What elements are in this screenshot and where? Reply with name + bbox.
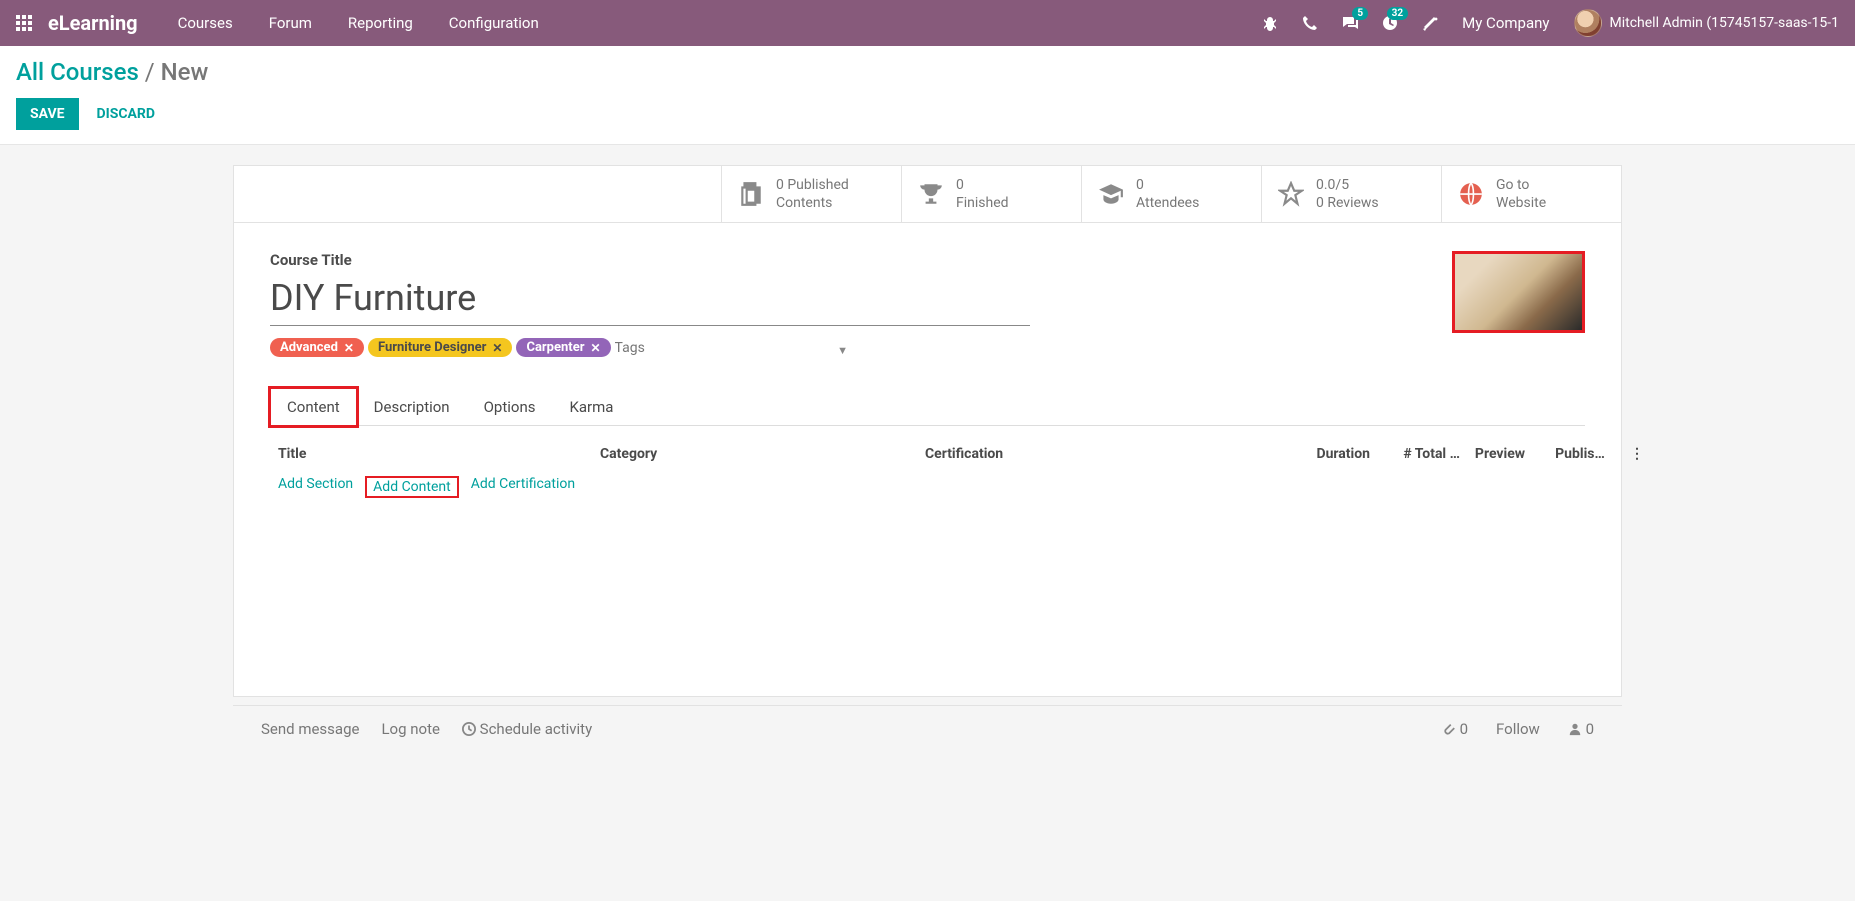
schedule-activity-link[interactable]: Schedule activity bbox=[462, 720, 592, 738]
stat-line: 0 bbox=[1136, 176, 1199, 194]
col-published: Publis… bbox=[1540, 446, 1620, 462]
add-certification-link[interactable]: Add Certification bbox=[471, 476, 575, 498]
breadcrumb-sep: / bbox=[139, 58, 161, 86]
tag-advanced[interactable]: Advanced ✕ bbox=[270, 338, 364, 357]
settings-icon[interactable] bbox=[1422, 15, 1438, 31]
tag-label: Advanced bbox=[280, 340, 338, 355]
tab-karma[interactable]: Karma bbox=[552, 388, 630, 425]
activities-icon[interactable]: 32 bbox=[1382, 15, 1398, 31]
content-table: Title Category Certification Duration # … bbox=[234, 436, 1621, 696]
stat-line: Website bbox=[1496, 194, 1546, 212]
stat-reviews[interactable]: 0.0/50 Reviews bbox=[1261, 166, 1441, 222]
control-panel: All Courses / New SAVE DISCARD bbox=[0, 46, 1855, 145]
course-title-label: Course Title bbox=[270, 251, 1030, 269]
col-category: Category bbox=[600, 446, 925, 462]
col-total-views: # Total … bbox=[1370, 446, 1460, 462]
messages-icon[interactable]: 5 bbox=[1342, 15, 1358, 31]
star-icon bbox=[1278, 181, 1304, 207]
stat-line: 0.0/5 bbox=[1316, 176, 1379, 194]
tabs: Content Description Options Karma bbox=[270, 388, 1585, 426]
tags-dropdown-icon[interactable]: ▼ bbox=[837, 344, 848, 357]
send-message-link[interactable]: Send message bbox=[261, 720, 359, 738]
add-row: Add Section Add Content Add Certificatio… bbox=[270, 468, 1585, 506]
discard-button[interactable]: DISCARD bbox=[91, 98, 161, 130]
tag-furniture-designer[interactable]: Furniture Designer ✕ bbox=[368, 338, 512, 357]
followers-count[interactable]: 0 bbox=[1568, 720, 1594, 738]
main-nav: Courses Forum Reporting Configuration bbox=[178, 14, 1263, 32]
breadcrumb-current: New bbox=[161, 58, 209, 86]
chatter: Send message Log note Schedule activity … bbox=[233, 705, 1622, 752]
user-avatar bbox=[1574, 9, 1602, 37]
breadcrumb-parent[interactable]: All Courses bbox=[16, 58, 139, 86]
stat-go-to-website[interactable]: Go toWebsite bbox=[1441, 166, 1621, 222]
nav-forum[interactable]: Forum bbox=[269, 14, 312, 32]
copy-icon bbox=[738, 181, 764, 207]
phone-icon[interactable] bbox=[1302, 15, 1318, 31]
page-body: 0 PublishedContents 0Finished 0Attendees… bbox=[205, 165, 1650, 752]
stat-finished[interactable]: 0Finished bbox=[901, 166, 1081, 222]
user-menu[interactable]: Mitchell Admin (15745157-saas-15-1 bbox=[1574, 9, 1840, 37]
stat-line: Contents bbox=[776, 194, 849, 212]
table-header: Title Category Certification Duration # … bbox=[270, 436, 1585, 468]
systray: 5 32 My Company Mitchell Admin (15745157… bbox=[1262, 9, 1839, 37]
col-title: Title bbox=[278, 446, 600, 462]
remove-tag-icon[interactable]: ✕ bbox=[344, 341, 354, 355]
attachments-count[interactable]: 0 bbox=[1442, 720, 1468, 738]
stat-attendees[interactable]: 0Attendees bbox=[1081, 166, 1261, 222]
tag-label: Carpenter bbox=[526, 340, 584, 355]
stat-line: 0 Reviews bbox=[1316, 194, 1379, 212]
graduation-icon bbox=[1098, 181, 1124, 207]
remove-tag-icon[interactable]: ✕ bbox=[492, 341, 502, 355]
form-sheet: 0 PublishedContents 0Finished 0Attendees… bbox=[233, 165, 1622, 697]
tab-content[interactable]: Content bbox=[270, 388, 357, 426]
clock-icon bbox=[462, 722, 476, 736]
add-content-link[interactable]: Add Content bbox=[373, 479, 451, 495]
sheet-content: Course Title Advanced ✕ Furniture Designe… bbox=[234, 223, 1621, 436]
course-image[interactable] bbox=[1452, 251, 1585, 333]
company-selector[interactable]: My Company bbox=[1462, 14, 1549, 32]
stat-line: Finished bbox=[956, 194, 1009, 212]
tab-description[interactable]: Description bbox=[357, 388, 467, 425]
paperclip-icon bbox=[1442, 722, 1456, 736]
col-duration: Duration bbox=[1280, 446, 1370, 462]
col-certification: Certification bbox=[925, 446, 1280, 462]
action-buttons: SAVE DISCARD bbox=[16, 98, 1839, 130]
follow-button[interactable]: Follow bbox=[1496, 720, 1540, 738]
top-bar: eLearning Courses Forum Reporting Config… bbox=[0, 0, 1855, 46]
add-section-link[interactable]: Add Section bbox=[278, 476, 353, 498]
globe-icon bbox=[1458, 181, 1484, 207]
bug-icon[interactable] bbox=[1262, 15, 1278, 31]
trophy-icon bbox=[918, 181, 944, 207]
col-preview: Preview bbox=[1460, 446, 1540, 462]
column-menu-icon[interactable]: ⋮ bbox=[1620, 446, 1644, 462]
apps-icon[interactable] bbox=[16, 15, 32, 31]
nav-reporting[interactable]: Reporting bbox=[348, 14, 413, 32]
messages-badge: 5 bbox=[1352, 7, 1368, 20]
tags-input[interactable] bbox=[615, 340, 850, 356]
stat-line: 0 Published bbox=[776, 176, 849, 194]
log-note-link[interactable]: Log note bbox=[381, 720, 439, 738]
nav-courses[interactable]: Courses bbox=[178, 14, 233, 32]
user-icon bbox=[1568, 722, 1582, 736]
tag-carpenter[interactable]: Carpenter ✕ bbox=[516, 338, 610, 357]
remove-tag-icon[interactable]: ✕ bbox=[590, 341, 600, 355]
stat-line: Attendees bbox=[1136, 194, 1199, 212]
user-name: Mitchell Admin (15745157-saas-15-1 bbox=[1610, 15, 1840, 31]
tags-field[interactable]: Advanced ✕ Furniture Designer ✕ Carpenter ✕… bbox=[270, 338, 850, 358]
stat-published-contents[interactable]: 0 PublishedContents bbox=[721, 166, 901, 222]
course-title-input[interactable] bbox=[270, 273, 1030, 326]
activities-badge: 32 bbox=[1387, 7, 1408, 20]
stat-line: 0 bbox=[956, 176, 1009, 194]
breadcrumb: All Courses / New bbox=[16, 58, 1839, 86]
save-button[interactable]: SAVE bbox=[16, 98, 79, 130]
stat-line: Go to bbox=[1496, 176, 1546, 194]
app-brand[interactable]: eLearning bbox=[48, 11, 138, 35]
tab-options[interactable]: Options bbox=[467, 388, 553, 425]
tag-label: Furniture Designer bbox=[378, 340, 486, 355]
stat-buttons-row: 0 PublishedContents 0Finished 0Attendees… bbox=[234, 166, 1621, 223]
nav-configuration[interactable]: Configuration bbox=[449, 14, 539, 32]
